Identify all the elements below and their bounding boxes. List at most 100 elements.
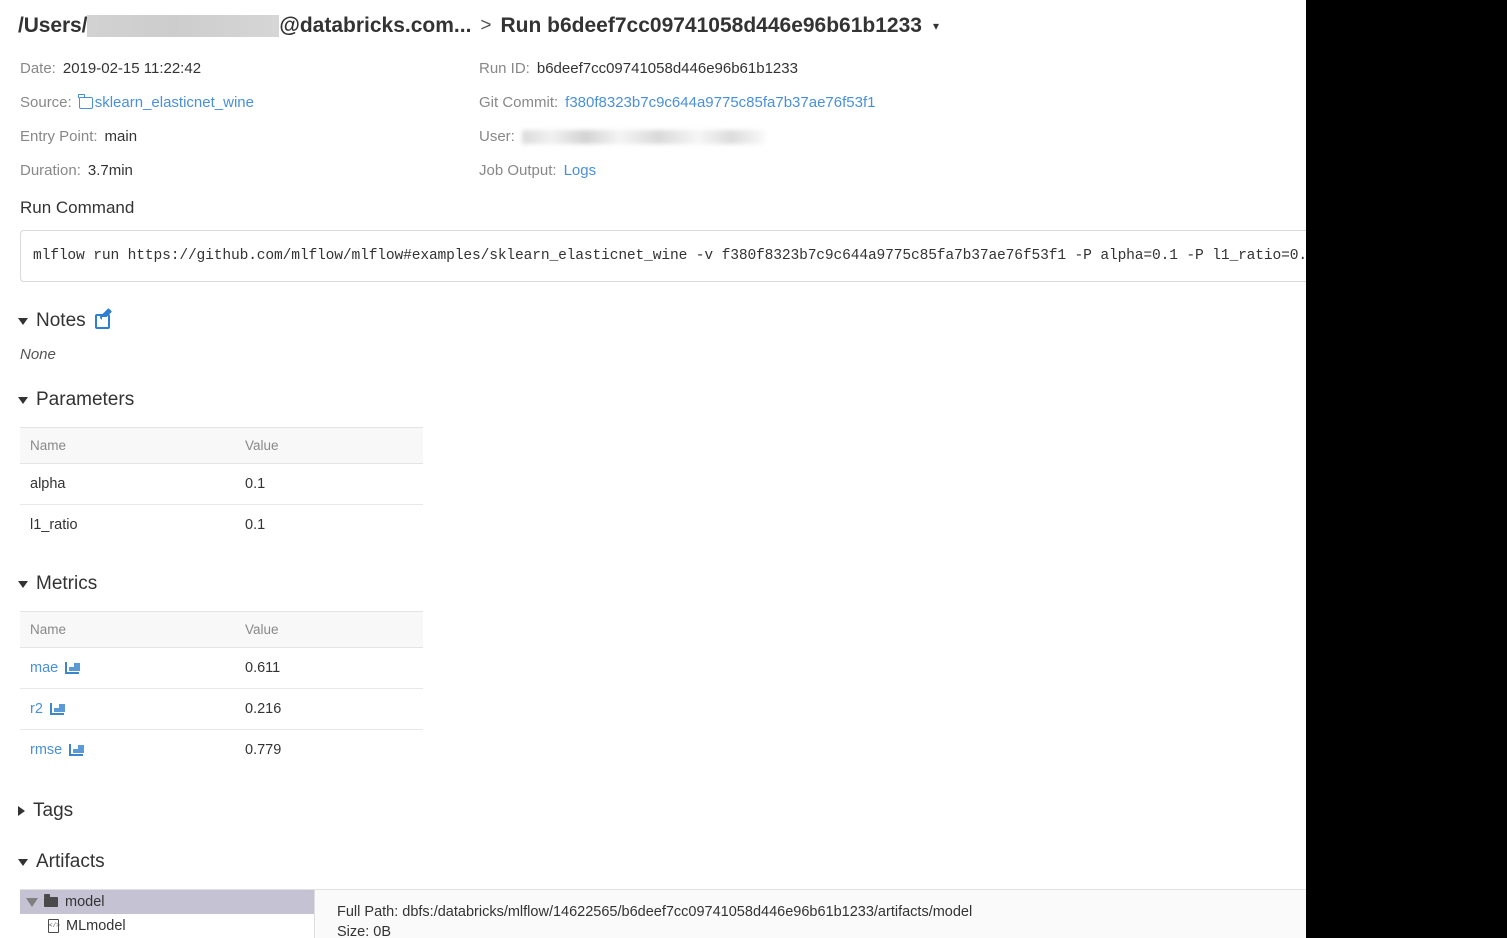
breadcrumb-path-prefix[interactable]: /Users/ (18, 14, 87, 38)
parameter-value: 0.1 (235, 463, 423, 505)
caret-down-icon (18, 580, 28, 588)
metadata-row-entry-point: Entry Point: main (20, 120, 254, 154)
artifacts-section-header[interactable]: Artifacts (18, 851, 1306, 873)
breadcrumb-run-label: Run b6deef7cc09741058d446e96b61b1233 (500, 14, 922, 37)
redacted-user-value (521, 130, 766, 144)
chevron-down-icon[interactable]: ▾ (933, 19, 939, 33)
artifacts-title: Artifacts (36, 851, 105, 872)
run-metadata-left-column: Date: 2019-02-15 11:22:42 Source: sklear… (20, 52, 254, 188)
artifact-tree-item-mlmodel[interactable]: MLmodel (20, 914, 314, 938)
artifact-info-header: Full Path: dbfs:/databricks/mlflow/14622… (315, 890, 1306, 938)
metadata-row-user: User: (479, 120, 875, 154)
artifact-label: MLmodel (66, 918, 126, 934)
edit-icon[interactable] (94, 313, 110, 329)
tags-section-header[interactable]: Tags (18, 800, 1306, 822)
parameters-section-header[interactable]: Parameters (18, 389, 1306, 411)
line-chart-icon[interactable] (49, 703, 65, 715)
run-command-title: Run Command (20, 198, 135, 217)
table-row: r2 0.216 (20, 688, 423, 730)
line-chart-icon[interactable] (69, 744, 85, 756)
metrics-column-value: Value (235, 611, 423, 648)
caret-right-icon (18, 806, 25, 816)
breadcrumb: /Users/ @databricks.com... > Run b6deef7c… (0, 0, 1306, 46)
source-link[interactable]: sklearn_elasticnet_wine (95, 93, 254, 113)
metric-value: 0.779 (245, 742, 282, 758)
breadcrumb-domain-suffix[interactable]: @databricks.com... (279, 14, 471, 38)
metric-link[interactable]: r2 (30, 701, 65, 717)
metadata-row-run-id: Run ID: b6deef7cc09741058d446e96b61b1233 (479, 52, 875, 86)
metric-label: mae (30, 660, 59, 676)
artifact-tree: model MLmodel conda.yaml model.pkl (20, 890, 315, 938)
run-command-text: mlflow run https://github.com/mlflow/mlf… (33, 248, 1306, 264)
date-label: Date: (20, 60, 56, 77)
artifact-browser: model MLmodel conda.yaml model.pkl Full (20, 889, 1306, 938)
git-commit-link[interactable]: f380f8323b7c9c644a9775c85fa7b37ae76f53f1 (565, 93, 875, 113)
date-value: 2019-02-15 11:22:42 (62, 60, 202, 77)
folder-icon (78, 94, 93, 109)
metrics-section-header[interactable]: Metrics (18, 573, 1306, 595)
metric-label: rmse (30, 742, 63, 758)
run-id-value: b6deef7cc09741058d446e96b61b1233 (536, 60, 798, 77)
metadata-row-source: Source: sklearn_elasticnet_wine (20, 86, 254, 120)
run-command-box[interactable]: mlflow run https://github.com/mlflow/mlf… (20, 230, 1306, 282)
run-metadata-right-column: Run ID: b6deef7cc09741058d446e96b61b1233… (479, 52, 875, 188)
job-output-label: Job Output: (479, 162, 557, 179)
parameter-name: alpha (20, 463, 235, 505)
parameters-column-name: Name (20, 427, 235, 464)
parameters-table: Name Value alpha 0.1 l1_ratio 0.1 (20, 427, 423, 545)
notes-body: None (20, 346, 56, 363)
line-chart-icon[interactable] (65, 662, 81, 674)
table-row: l1_ratio 0.1 (20, 505, 423, 546)
caret-down-icon (18, 858, 28, 866)
metric-label: r2 (30, 701, 43, 717)
parameters-header-row: Name Value (20, 427, 423, 464)
notes-title: Notes (36, 310, 86, 331)
metric-link[interactable]: mae (30, 660, 81, 676)
duration-value: 3.7min (87, 162, 133, 179)
metric-link[interactable]: rmse (30, 742, 85, 758)
run-metadata: Date: 2019-02-15 11:22:42 Source: sklear… (0, 52, 1306, 182)
table-row: mae 0.611 (20, 647, 423, 689)
user-label: User: (479, 128, 515, 145)
metadata-row-date: Date: 2019-02-15 11:22:42 (20, 52, 254, 86)
metrics-title: Metrics (36, 573, 98, 594)
code-file-icon (48, 919, 59, 933)
logs-link[interactable]: Logs (564, 161, 597, 181)
parameter-name: l1_ratio (30, 517, 78, 533)
metrics-table: Name Value mae 0.611 r2 0.216 rmse 0.779 (20, 611, 423, 770)
metric-name-cell: mae (20, 647, 235, 689)
caret-down-icon (18, 317, 28, 325)
parameters-title: Parameters (36, 389, 135, 410)
parameter-value: 0.1 (245, 517, 266, 533)
table-row: rmse 0.779 (20, 730, 423, 771)
parameters-column-value: Value (235, 427, 423, 464)
caret-down-icon[interactable] (26, 897, 38, 907)
metadata-row-git-commit: Git Commit: f380f8323b7c9c644a9775c85fa7… (479, 86, 875, 120)
entry-point-label: Entry Point: (20, 128, 98, 145)
artifact-tree-item-model[interactable]: model (20, 890, 314, 914)
redacted-username-bar (87, 15, 280, 37)
caret-down-icon (18, 396, 28, 404)
git-commit-label: Git Commit: (479, 94, 559, 111)
run-id-label: Run ID: (479, 60, 530, 77)
duration-label: Duration: (20, 162, 81, 179)
artifact-size: Size: 0B (337, 924, 391, 938)
metrics-column-name: Name (20, 611, 235, 648)
metric-name-cell: rmse (20, 730, 235, 771)
metadata-row-job-output: Job Output: Logs (479, 154, 875, 188)
table-row: alpha 0.1 (20, 463, 423, 505)
artifact-full-path: Full Path: dbfs:/databricks/mlflow/14622… (337, 904, 973, 920)
folder-icon (44, 894, 58, 907)
mlflow-run-page: /Users/ @databricks.com... > Run b6deef7c… (0, 0, 1306, 938)
notes-section-header[interactable]: Notes (18, 310, 1306, 332)
metrics-header-row: Name Value (20, 611, 423, 648)
artifact-detail-pane: Full Path: dbfs:/databricks/mlflow/14622… (315, 890, 1306, 938)
artifact-label: model (65, 894, 105, 910)
metric-value: 0.216 (235, 688, 423, 730)
metadata-row-duration: Duration: 3.7min (20, 154, 254, 188)
metric-value: 0.611 (235, 647, 423, 689)
source-label: Source: (20, 94, 72, 111)
entry-point-value: main (104, 128, 138, 145)
tags-title: Tags (33, 800, 74, 821)
metric-name-cell: r2 (20, 688, 235, 730)
